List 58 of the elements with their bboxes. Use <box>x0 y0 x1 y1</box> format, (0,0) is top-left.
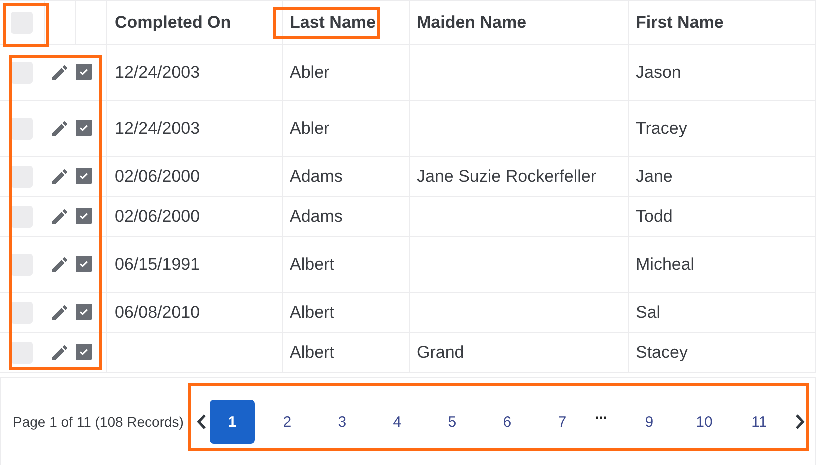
page-button[interactable]: 3 <box>320 400 365 444</box>
table-cell: Tracey <box>636 118 688 138</box>
checkbox[interactable] <box>76 168 92 184</box>
page-button[interactable]: 4 <box>374 400 420 444</box>
checkbox[interactable] <box>76 304 92 320</box>
table-cell: Jane Suzie Rockerfeller <box>417 166 597 186</box>
page-button[interactable]: 7 <box>540 400 585 444</box>
checkbox[interactable] <box>76 64 92 80</box>
table-cell: Abler <box>290 118 330 138</box>
checkbox[interactable] <box>76 208 92 224</box>
checkbox[interactable] <box>76 256 92 272</box>
table-cell: Stacey <box>636 342 688 362</box>
table-cell: Albert <box>290 302 334 322</box>
checkbox[interactable] <box>76 120 92 136</box>
table-cell: Jason <box>636 62 682 82</box>
previous-page-icon[interactable] <box>196 414 207 430</box>
row-select-checkbox[interactable] <box>11 118 34 140</box>
table-cell: 06/08/2010 <box>115 302 200 322</box>
table-cell: 12/24/2003 <box>115 118 200 138</box>
page-button[interactable]: 5 <box>430 400 475 444</box>
edit-icon[interactable] <box>50 302 70 322</box>
checkbox[interactable] <box>76 344 92 360</box>
highlight-frame <box>3 3 49 47</box>
page-ellipsis: ... <box>594 406 608 423</box>
edit-icon[interactable] <box>50 342 70 362</box>
table-cell: Albert <box>290 254 334 274</box>
table-cell: Sal <box>636 302 661 322</box>
edit-icon[interactable] <box>50 254 70 274</box>
page-button[interactable]: 6 <box>484 400 530 444</box>
table-cell: 02/06/2000 <box>115 206 200 226</box>
row-select-checkbox[interactable] <box>11 342 34 364</box>
table-cell: Adams <box>290 206 343 226</box>
page-button[interactable]: 2 <box>264 400 310 444</box>
row-select-checkbox[interactable] <box>11 166 34 188</box>
edit-icon[interactable] <box>50 166 70 186</box>
table-cell: Todd <box>636 206 673 226</box>
table-cell: 06/15/1991 <box>115 254 200 274</box>
page-summary: Page 1 of 11 (108 Records) <box>13 414 184 430</box>
table-cell: Albert <box>290 342 334 362</box>
row-select-checkbox[interactable] <box>11 206 34 228</box>
row-select-checkbox[interactable] <box>11 254 34 276</box>
page-button[interactable]: 9 <box>626 400 672 444</box>
page-button[interactable]: 11 <box>736 400 782 444</box>
table-cell: Adams <box>290 166 343 186</box>
table-cell: 12/24/2003 <box>115 62 200 82</box>
table-cell: Grand <box>417 342 464 362</box>
table-cell: Jane <box>636 166 673 186</box>
table-cell: Micheal <box>636 254 695 274</box>
edit-icon[interactable] <box>50 118 70 138</box>
edit-icon[interactable] <box>50 62 70 82</box>
page-button[interactable]: 1 <box>210 400 255 444</box>
table-cell: Abler <box>290 62 330 82</box>
edit-icon[interactable] <box>50 206 70 226</box>
table-cell: 02/06/2000 <box>115 166 200 186</box>
next-page-icon[interactable] <box>794 414 805 430</box>
row-select-checkbox[interactable] <box>11 302 34 324</box>
page-button[interactable]: 10 <box>682 400 727 444</box>
row-select-checkbox[interactable] <box>11 62 34 84</box>
